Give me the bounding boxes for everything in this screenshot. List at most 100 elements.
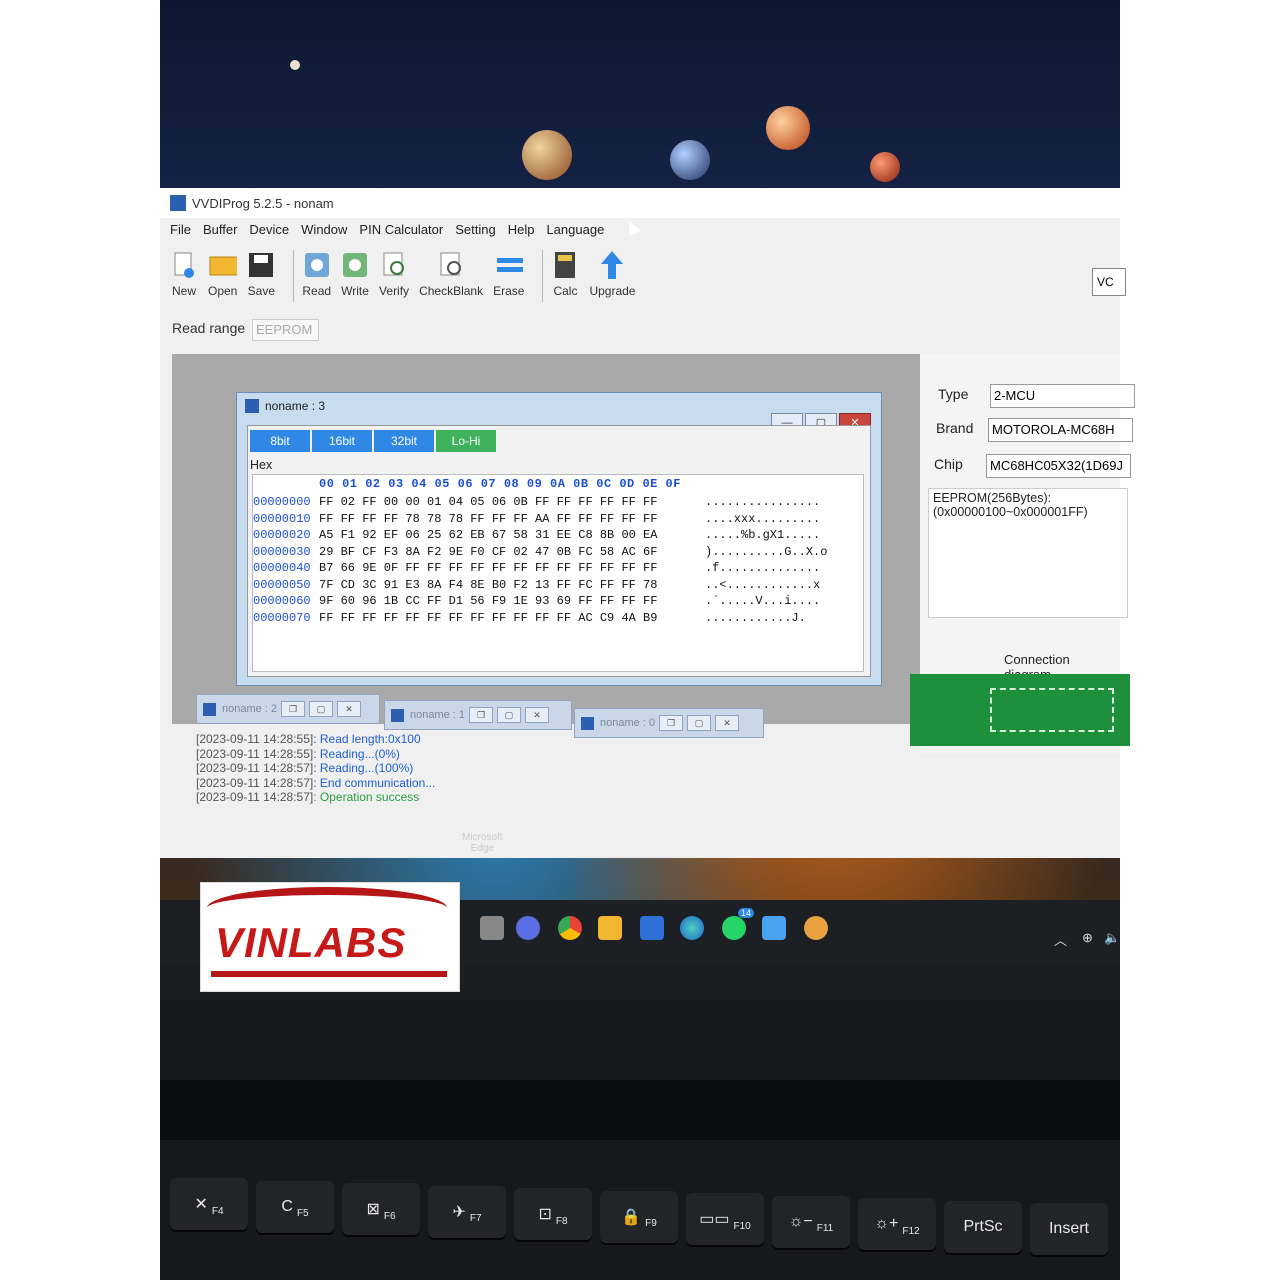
close-button[interactable]: ✕ — [715, 715, 740, 731]
save-button[interactable]: Save — [247, 250, 275, 310]
app-icon — [391, 708, 404, 722]
type-select[interactable]: 2-MCU — [990, 384, 1135, 408]
menu-device[interactable]: Device — [249, 222, 289, 244]
chrome-icon[interactable] — [558, 916, 582, 940]
new-button[interactable]: New — [170, 250, 198, 310]
wallpaper-orb — [870, 152, 900, 182]
chip-info-line: EEPROM(256Bytes): — [933, 491, 1052, 505]
menu-buffer[interactable]: Buffer — [203, 222, 237, 244]
close-button[interactable]: ✕ — [337, 701, 362, 717]
whatsapp-icon[interactable]: 14 — [722, 908, 754, 940]
type-label: Type — [938, 386, 969, 402]
log-message: : End communication... — [313, 775, 436, 790]
desktop-shortcut-edge[interactable]: Microsoft Edge — [462, 832, 503, 854]
hex-row[interactable]: 00000000 FF 02 FF 00 00 01 04 05 06 0B FF… — [253, 495, 820, 511]
erase-button[interactable]: Erase — [493, 250, 524, 310]
mode-8bit-button[interactable]: 8bit — [250, 430, 310, 452]
open-button[interactable]: Open — [208, 250, 237, 310]
checkblank-button[interactable]: CheckBlank — [419, 250, 483, 310]
wallpaper-orb — [290, 60, 300, 70]
hex-row-address: 00000030 — [253, 544, 311, 559]
hex-grid[interactable]: 00 01 02 03 04 05 06 07 08 09 0A 0B 0C 0… — [252, 474, 864, 672]
file-explorer-icon[interactable] — [598, 916, 622, 940]
menu-language[interactable]: Language — [546, 222, 604, 244]
open-label: Open — [208, 284, 238, 298]
key-sublabel: F11 — [816, 1223, 834, 1234]
verify-button[interactable]: Verify — [379, 250, 409, 310]
keyboard-key: ☼+ F12 — [858, 1198, 936, 1250]
calc-button[interactable]: Calc — [551, 250, 579, 310]
menu-setting[interactable]: Setting — [455, 222, 495, 244]
menu-bar: File Buffer Device Window PIN Calculator… — [160, 222, 606, 244]
hex-row-bytes[interactable]: 29 BF CF F3 8A F2 9E F0 CF 02 47 0B FC 5… — [319, 545, 705, 559]
volume-icon[interactable]: 🔈 — [1104, 930, 1120, 946]
mode-16bit-button[interactable]: 16bit — [312, 430, 372, 452]
hex-row-bytes[interactable]: B7 66 9E 0F FF FF FF FF FF FF FF FF FF F… — [319, 561, 705, 575]
hex-row-ascii: .....%b.gX1..... — [705, 528, 821, 542]
app-taskbar-icon[interactable] — [804, 916, 828, 940]
hex-row[interactable]: 00000070 FF FF FF FF FF FF FF FF FF FF FF… — [253, 611, 806, 627]
restore-button[interactable]: ❐ — [659, 715, 684, 731]
mode-lohi-button[interactable]: Lo-Hi — [436, 430, 496, 452]
hex-column-header: 00 01 02 03 04 05 06 07 08 09 0A 0B 0C 0… — [319, 477, 681, 491]
hex-row-bytes[interactable]: A5 F1 92 EF 06 25 62 EB 67 58 31 EE C8 8… — [319, 528, 705, 542]
minimized-window-tab[interactable]: noname : 1 ❐ ▢ ✕ — [384, 700, 572, 730]
network-icon[interactable]: ⊕ — [1082, 930, 1093, 946]
log-message: : Operation success — [313, 790, 420, 804]
key-label: ⊠ — [366, 1201, 380, 1218]
hex-row-bytes[interactable]: FF 02 FF 00 00 01 04 05 06 0B FF FF FF F… — [319, 495, 705, 509]
mode-32bit-button[interactable]: 32bit — [374, 430, 434, 452]
save-label: Save — [247, 284, 276, 298]
hex-row[interactable]: 00000030 29 BF CF F3 8A F2 9E F0 CF 02 47… — [253, 545, 827, 561]
maximize-button[interactable]: ▢ — [687, 715, 712, 731]
read-button[interactable]: Read — [302, 250, 331, 310]
brand-select[interactable]: MOTOROLA-MC68H — [988, 418, 1133, 442]
erase-icon — [495, 250, 523, 280]
hex-row[interactable]: 00000020 A5 F1 92 EF 06 25 62 EB 67 58 31… — [253, 528, 820, 544]
upgrade-button[interactable]: Upgrade — [589, 250, 635, 310]
maximize-button[interactable]: ▢ — [497, 707, 522, 723]
hex-row-bytes[interactable]: FF FF FF FF FF FF FF FF FF FF FF FF AC C… — [319, 611, 705, 625]
hex-row[interactable]: 00000060 9F 60 96 1B CC FF D1 56 F9 1E 93… — [253, 594, 820, 610]
chevron-up-icon[interactable]: ︿ — [1054, 930, 1067, 949]
hex-row[interactable]: 00000040 B7 66 9E 0F FF FF FF FF FF FF FF… — [253, 561, 820, 577]
hex-row-ascii: ................ — [705, 495, 821, 509]
keyboard-key: 🔒 F9 — [600, 1190, 678, 1243]
task-view-icon[interactable] — [480, 916, 504, 940]
hex-row[interactable]: 00000050 7F CD 3C 91 E3 8A F4 8E B0 F2 13… — [253, 578, 820, 594]
hex-row-address: 00000010 — [253, 511, 311, 526]
close-button[interactable]: ✕ — [525, 707, 550, 723]
write-label: Write — [341, 284, 369, 298]
hex-row-bytes[interactable]: 9F 60 96 1B CC FF D1 56 F9 1E 93 69 FF F… — [319, 594, 705, 608]
folder-icon — [209, 250, 237, 280]
minimized-window-tab[interactable]: noname : 2 ❐ ▢ ✕ — [196, 694, 380, 724]
restore-button[interactable]: ❐ — [281, 701, 306, 717]
hex-row[interactable]: 00000010 FF FF FF FF 78 78 78 FF FF FF AA… — [253, 512, 820, 528]
connection-diagram-image[interactable] — [910, 674, 1130, 746]
vvdiprog-taskbar-icon[interactable] — [762, 916, 786, 940]
hex-row-address: 00000040 — [253, 561, 311, 575]
teams-icon[interactable] — [516, 916, 540, 940]
restore-button[interactable]: ❐ — [469, 707, 494, 723]
key-label: ✕ — [194, 1196, 208, 1213]
log-message: : Reading...(100%) — [313, 761, 414, 775]
vcc-button[interactable]: VC — [1092, 268, 1126, 296]
edge-icon[interactable] — [680, 916, 704, 940]
menu-file[interactable]: File — [170, 222, 191, 244]
chip-select[interactable]: MC68HC05X32(1D69J — [986, 454, 1131, 478]
menu-window[interactable]: Window — [301, 222, 347, 244]
log-timestamp: [2023-09-11 14:28:55] — [196, 746, 314, 761]
maximize-button[interactable]: ▢ — [309, 701, 334, 717]
write-button[interactable]: Write — [341, 250, 369, 310]
erase-label: Erase — [493, 284, 525, 298]
hex-row-bytes[interactable]: 7F CD 3C 91 E3 8A F4 8E B0 F2 13 FF FC F… — [319, 578, 705, 592]
read-range-select[interactable]: EEPROM — [252, 319, 319, 341]
chip-info-line: (0x00000100~0x000001FF) — [933, 505, 1088, 519]
menu-pin-calculator[interactable]: PIN Calculator — [359, 222, 443, 244]
minimized-window-tab[interactable]: noname : 0 ❐ ▢ ✕ — [574, 708, 764, 738]
menu-help[interactable]: Help — [508, 222, 535, 244]
keyboard-key: ⊡ F8 — [514, 1188, 592, 1240]
hex-row-bytes[interactable]: FF FF FF FF 78 78 78 FF FF FF AA FF FF F… — [319, 512, 705, 526]
store-icon[interactable] — [640, 916, 664, 940]
hex-row-address: 00000060 — [253, 594, 311, 608]
